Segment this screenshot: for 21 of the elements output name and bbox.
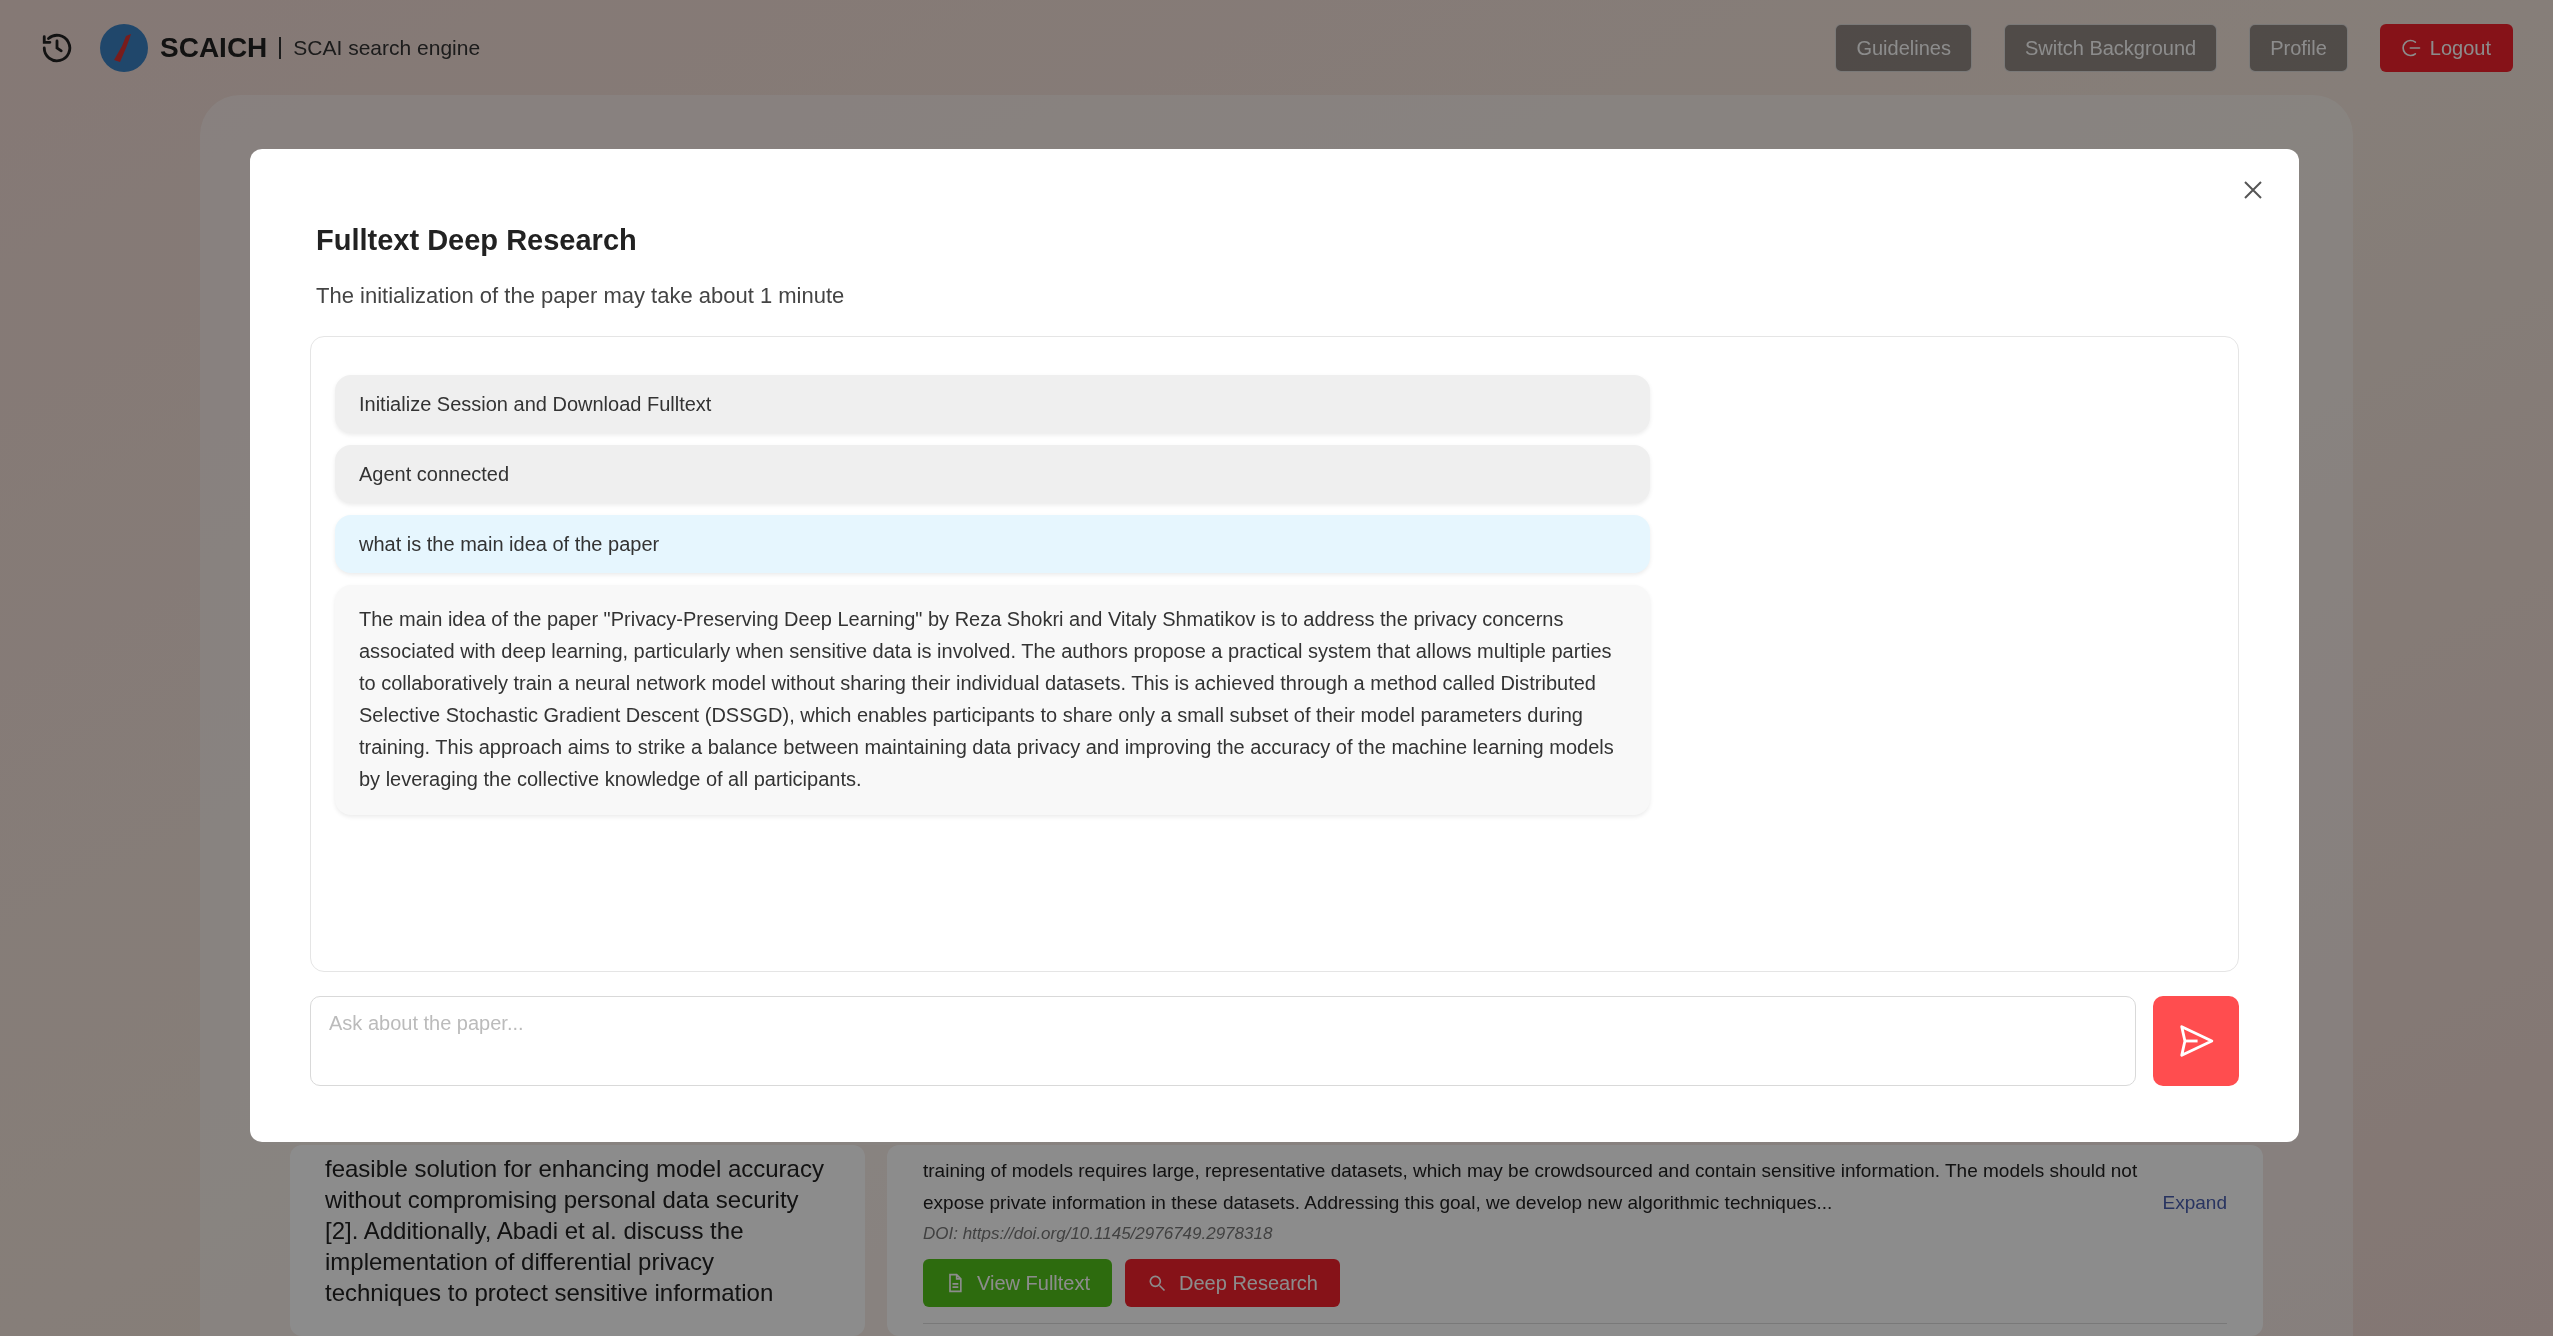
- logo-icon: [100, 23, 148, 72]
- modal-subtitle: The initialization of the paper may take about 1 minute: [316, 281, 846, 310]
- modal-title: Fulltext Deep Research: [316, 223, 638, 258]
- fulltext-button[interactable]: View Fulltext: [923, 1258, 1112, 1307]
- title-divider: [279, 36, 282, 59]
- summary-text: feasible solution for enhancing model accuracy without compromising personal data security [2]. Additionally, Abadi et al. discuss the implementation of differential privacy techniques to protect sensitive information: [325, 1154, 825, 1308]
- answer-message: The main idea of the paper "Privacy-Preserving Deep Learning" by Reza Shokri and Vitaly Shmatikov is to address the privacy concerns associated with deep learning, particularly when sensitive data is involved. The authors propose a practical system that allows multiple parties to collaboratively train a neural network model without sharing their individual datasets. This is achieved through a method called Distributed Selective Stochastic Gradient Descent (DSSGD), which enables participants to share only a small subset of their model parameters during training. This approach aims to strike a balance between maintaining data privacy and improving the accuracy of the machine learning models by leveraging the collective knowledge of all participants.: [335, 584, 1650, 815]
- expand-link[interactable]: Expand: [2162, 1187, 2227, 1219]
- question-message: what is the main idea of the paper: [335, 514, 1650, 573]
- logout-button[interactable]: Logout: [2379, 23, 2513, 72]
- logout-icon: [2401, 37, 2422, 58]
- question-field[interactable]: Ask about the paper...: [310, 995, 2136, 1086]
- doi-text: DOI: https://doi.org/10.1145/2976749.2978318: [923, 1223, 1274, 1245]
- status-message: Initialize Session and Download Fulltext: [335, 374, 1650, 433]
- deep-research-button[interactable]: Deep Research: [1125, 1258, 1340, 1307]
- close-icon: [2243, 180, 2263, 200]
- status-message: Agent connected: [335, 444, 1650, 503]
- send-button[interactable]: [2153, 995, 2239, 1086]
- app-title: SCAICH: [160, 30, 268, 65]
- app-subtitle: SCAI search engine: [293, 34, 481, 61]
- abstract-text: training of models requires large, representative datasets, which may be crowdsourced and contain sensitive information. The models should not expose private information in these datasets. Addressing this goal, we develop new algorithmic techniques...: [923, 1159, 2139, 1215]
